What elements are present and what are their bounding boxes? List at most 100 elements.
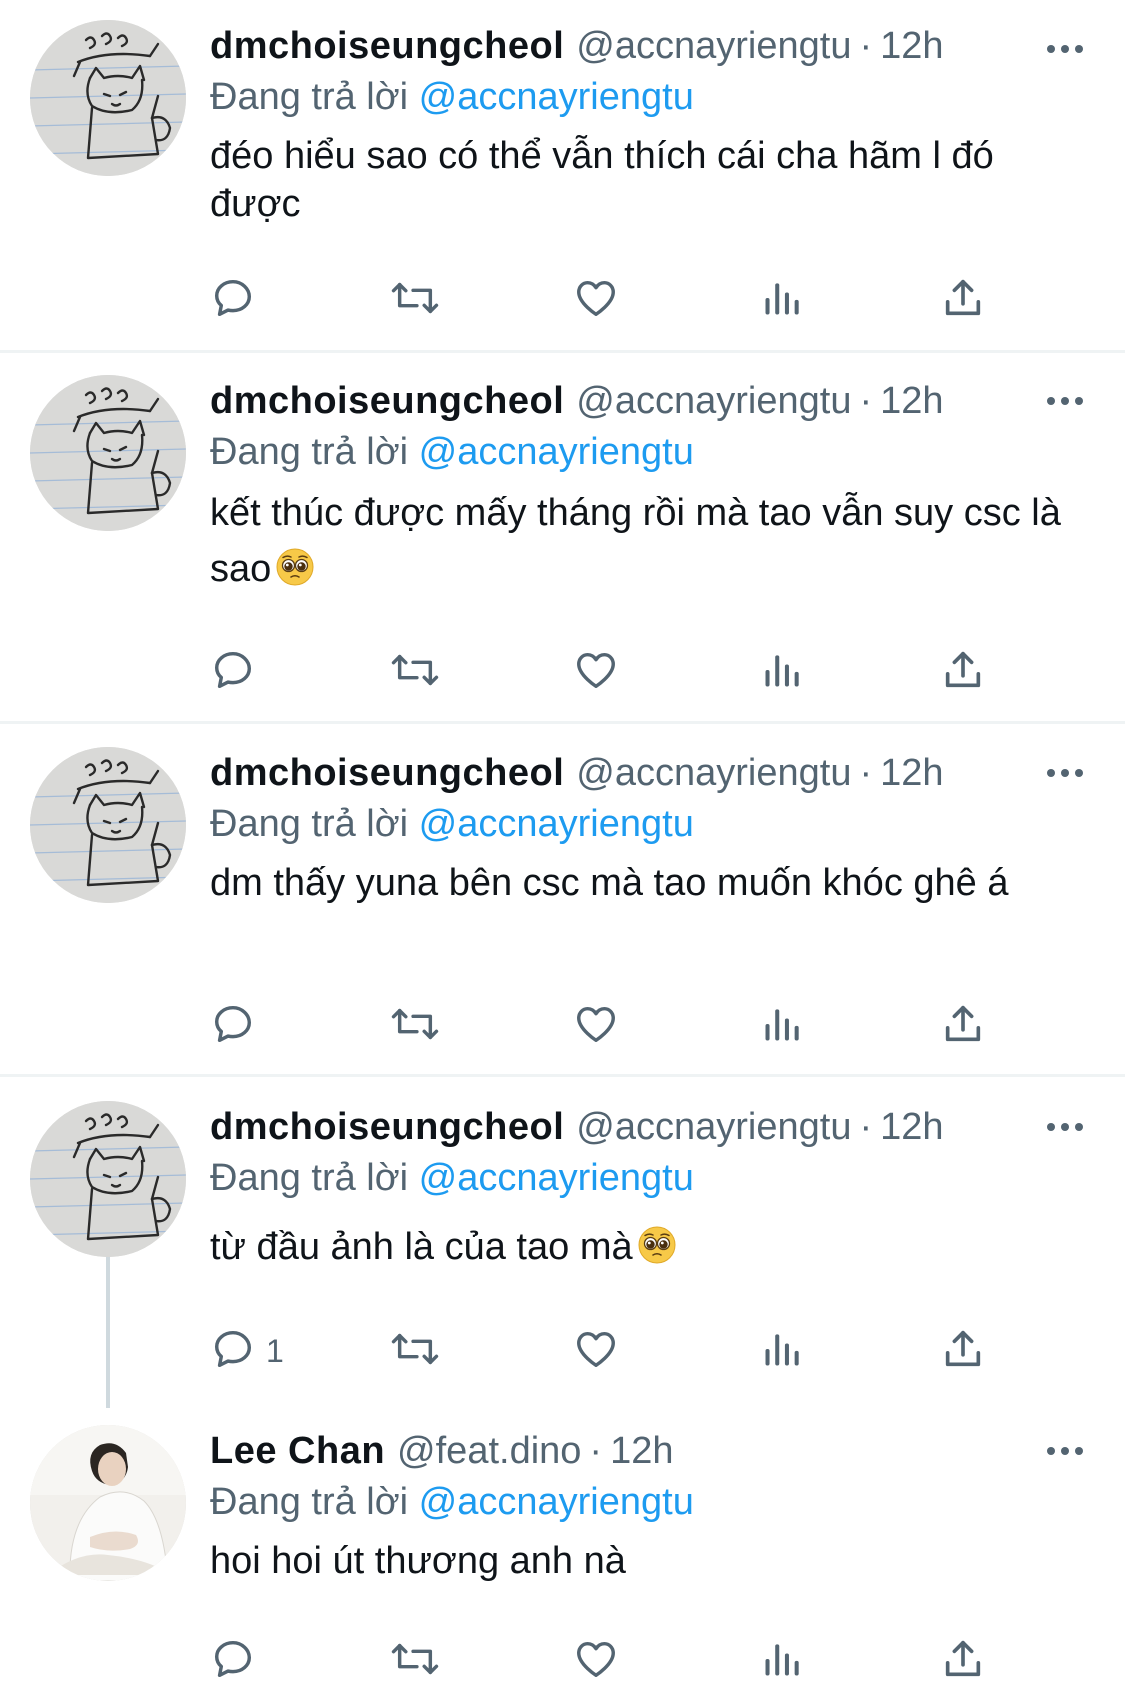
pleading-face-emoji — [275, 547, 315, 603]
share-icon — [940, 1636, 986, 1687]
avatar[interactable] — [30, 747, 186, 903]
reply-prefix: Đang trả lời — [210, 1481, 409, 1523]
action-bar — [210, 996, 1090, 1056]
reply-mention[interactable]: @accnayriengtu — [419, 431, 694, 473]
separator: · — [589, 1429, 603, 1472]
like-button[interactable] — [572, 270, 620, 330]
reply-context: Đang trả lời @accnayriengtu — [210, 72, 1090, 122]
retweet-icon — [390, 275, 440, 326]
reply-prefix: Đang trả lời — [210, 1157, 409, 1199]
views-button[interactable] — [760, 270, 804, 330]
tweet[interactable]: dmchoiseungcheol @accnayriengtu · 12h Đa… — [0, 747, 1125, 1067]
like-button[interactable] — [572, 1321, 620, 1381]
views-button[interactable] — [760, 1321, 804, 1381]
tweet[interactable]: dmchoiseungcheol @accnayriengtu · 12h Đa… — [0, 375, 1125, 715]
action-bar — [210, 1631, 1090, 1691]
more-icon[interactable] — [1047, 747, 1083, 799]
user-handle[interactable]: @accnayriengtu — [576, 380, 851, 423]
tweet-text: kết thúc được mấy tháng rồi mà tao vẫn s… — [210, 485, 1090, 603]
tweet[interactable]: dmchoiseungcheol @accnayriengtu · 12h Đa… — [0, 1101, 1125, 1401]
tweet-header: dmchoiseungcheol @accnayriengtu · 12h — [210, 375, 1090, 427]
share-button[interactable] — [940, 1321, 986, 1381]
retweet-button[interactable] — [390, 642, 440, 702]
like-icon — [572, 647, 620, 698]
tweet-text: hoi hoi út thương anh nà — [210, 1537, 1090, 1585]
action-bar: 1 — [210, 1321, 1090, 1381]
separator: · — [859, 379, 873, 422]
avatar[interactable] — [30, 1425, 186, 1581]
share-button[interactable] — [940, 996, 986, 1056]
display-name[interactable]: dmchoiseungcheol — [210, 1106, 564, 1149]
retweet-button[interactable] — [390, 270, 440, 330]
share-button[interactable] — [940, 270, 986, 330]
tweet-header: dmchoiseungcheol @accnayriengtu · 12h — [210, 20, 1090, 72]
reply-button[interactable] — [210, 270, 266, 330]
reply-mention[interactable]: @accnayriengtu — [419, 1157, 694, 1199]
tweet[interactable]: dmchoiseungcheol @accnayriengtu · 12h Đa… — [0, 20, 1125, 350]
views-button[interactable] — [760, 1631, 804, 1691]
tweet[interactable]: Lee Chan @feat.dino · 12h Đang trả lời @… — [0, 1425, 1125, 1701]
like-button[interactable] — [572, 1631, 620, 1691]
tweet-text: đéo hiểu sao có thể vẫn thích cái cha hã… — [210, 132, 1090, 228]
reply-icon — [210, 1001, 256, 1052]
reply-button[interactable]: 1 — [210, 1321, 284, 1381]
views-button[interactable] — [760, 996, 804, 1056]
avatar[interactable] — [30, 375, 186, 531]
user-handle[interactable]: @accnayriengtu — [576, 752, 851, 795]
reply-prefix: Đang trả lời — [210, 803, 409, 845]
reply-count: 1 — [266, 1332, 284, 1369]
share-icon — [940, 1001, 986, 1052]
display-name[interactable]: dmchoiseungcheol — [210, 25, 564, 68]
views-icon — [760, 275, 804, 326]
more-icon[interactable] — [1047, 375, 1083, 427]
share-button[interactable] — [940, 1631, 986, 1691]
user-handle[interactable]: @accnayriengtu — [576, 25, 851, 68]
tweet-header: dmchoiseungcheol @accnayriengtu · 12h — [210, 747, 1090, 799]
display-name[interactable]: Lee Chan — [210, 1430, 385, 1473]
avatar[interactable] — [30, 1101, 186, 1257]
retweet-button[interactable] — [390, 1321, 440, 1381]
reply-icon — [210, 647, 256, 698]
tweet-text-body: từ đầu ảnh là của tao mà — [210, 1226, 633, 1268]
timestamp[interactable]: 12h — [880, 752, 943, 795]
user-handle[interactable]: @accnayriengtu — [576, 1106, 851, 1149]
avatar[interactable] — [30, 20, 186, 176]
more-icon[interactable] — [1047, 1425, 1083, 1477]
timestamp[interactable]: 12h — [880, 25, 943, 68]
divider — [0, 1074, 1125, 1077]
reply-prefix: Đang trả lời — [210, 76, 409, 118]
timestamp[interactable]: 12h — [610, 1430, 673, 1473]
views-button[interactable] — [760, 642, 804, 702]
display-name[interactable]: dmchoiseungcheol — [210, 752, 564, 795]
user-handle[interactable]: @feat.dino — [397, 1430, 581, 1473]
like-button[interactable] — [572, 642, 620, 702]
reply-button[interactable] — [210, 996, 266, 1056]
retweet-icon — [390, 647, 440, 698]
reply-mention[interactable]: @accnayriengtu — [419, 803, 694, 845]
reply-mention[interactable]: @accnayriengtu — [419, 76, 694, 118]
timestamp[interactable]: 12h — [880, 1106, 943, 1149]
share-button[interactable] — [940, 642, 986, 702]
display-name[interactable]: dmchoiseungcheol — [210, 380, 564, 423]
tweet-text-body: hoi hoi út thương anh nà — [210, 1540, 626, 1582]
action-bar — [210, 642, 1090, 702]
divider — [0, 350, 1125, 353]
share-icon — [940, 1326, 986, 1377]
separator: · — [859, 751, 873, 794]
like-button[interactable] — [572, 996, 620, 1056]
reply-context: Đang trả lời @accnayriengtu — [210, 1153, 1090, 1203]
like-icon — [572, 275, 620, 326]
views-icon — [760, 1326, 804, 1377]
retweet-button[interactable] — [390, 1631, 440, 1691]
timestamp[interactable]: 12h — [880, 380, 943, 423]
reply-button[interactable] — [210, 1631, 266, 1691]
reply-icon — [210, 1636, 256, 1687]
views-icon — [760, 647, 804, 698]
retweet-icon — [390, 1001, 440, 1052]
reply-button[interactable] — [210, 642, 266, 702]
retweet-button[interactable] — [390, 996, 440, 1056]
more-icon[interactable] — [1047, 23, 1083, 75]
pleading-face-emoji — [637, 1225, 677, 1277]
reply-mention[interactable]: @accnayriengtu — [419, 1481, 694, 1523]
more-icon[interactable] — [1047, 1101, 1083, 1153]
